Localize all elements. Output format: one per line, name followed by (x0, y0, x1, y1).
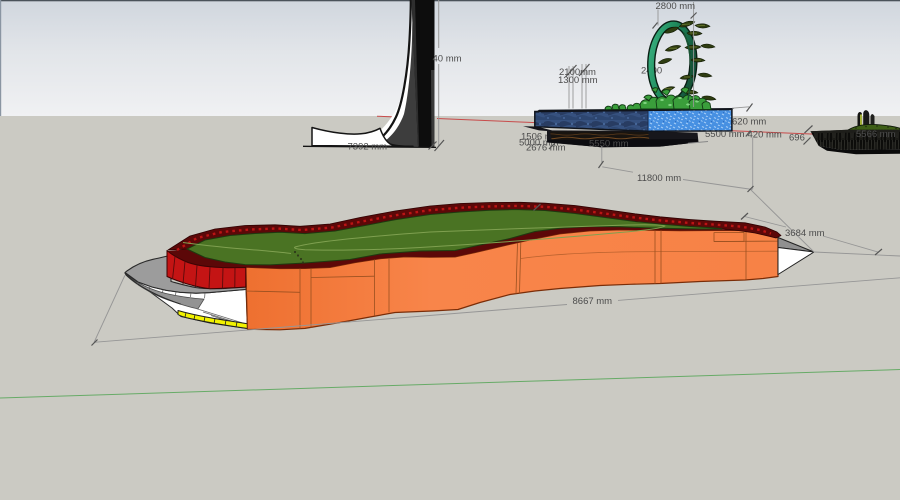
svg-text:1300 mm: 1300 mm (558, 75, 598, 86)
svg-text:5500 mm: 5500 mm (705, 129, 745, 140)
svg-text:696: 696 (789, 133, 805, 144)
svg-text:5550 mm: 5550 mm (589, 139, 629, 150)
svg-text:420 mm: 420 mm (748, 130, 782, 141)
svg-text:3684 mm: 3684 mm (785, 228, 825, 239)
svg-text:11800 mm: 11800 mm (637, 173, 681, 184)
svg-text:7392 mm: 7392 mm (348, 142, 388, 153)
svg-text:8667 mm: 8667 mm (573, 296, 613, 307)
svg-text:40 mm: 40 mm (433, 54, 462, 65)
svg-text:2800 mm: 2800 mm (656, 1, 696, 12)
svg-text:5566 mm: 5566 mm (856, 129, 896, 140)
svg-text:2676 mm: 2676 mm (526, 143, 566, 154)
svg-text:620 mm: 620 mm (732, 117, 766, 128)
